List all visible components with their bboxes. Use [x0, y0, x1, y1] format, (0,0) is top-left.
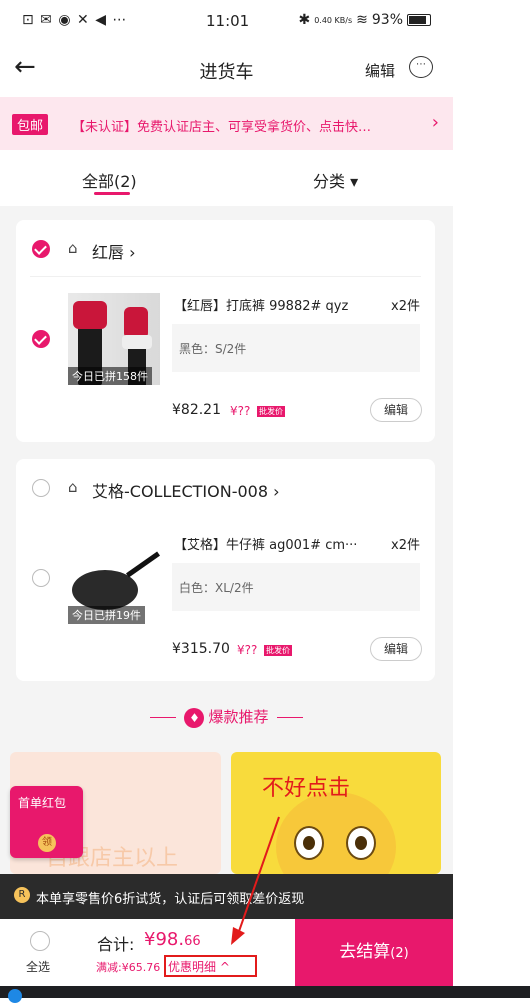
certification-banner[interactable]: 包邮 【未认证】免费认证店主、可享受拿货价、点击快… › [0, 97, 453, 150]
chevron-right-icon: › [431, 112, 439, 133]
desktop-taskbar [0, 986, 530, 1003]
discount-text: 满减:¥65.76 [96, 961, 161, 974]
shop-card: ⌂ 艾格-COLLECTION-008 › 今日已拼19件 【艾格】牛仔裤 ag… [16, 459, 435, 681]
divider [150, 716, 177, 719]
item-edit-button[interactable]: 编辑 [370, 398, 422, 422]
status-icons: ⊡ ✉ ◉ ✕ ◀ ⋯ [22, 12, 128, 28]
product-quantity: x2件 [391, 538, 420, 553]
nav-bar: ← 进货车 编辑 ⋯ [0, 42, 453, 97]
recommend-header: ♦ 爆款推荐 [0, 706, 453, 728]
product-image[interactable]: 今日已拼19件 [68, 532, 160, 624]
red-packet-button[interactable]: 首单红包 领 [10, 786, 83, 858]
recommend-title: 爆款推荐 [208, 708, 269, 726]
wifi-icon: ≋ [356, 12, 368, 28]
item-edit-button[interactable]: 编辑 [370, 637, 422, 661]
wholesale-badge: 批发价 [257, 406, 285, 417]
wholesale-price: ¥?? [237, 643, 258, 657]
tab-active-indicator [94, 192, 130, 195]
annotation-box [164, 955, 257, 977]
app-icon[interactable] [8, 989, 22, 1003]
wholesale-badge: 批发价 [264, 645, 292, 656]
status-right: ✱ 0.40 KB/s ≋ 93% [298, 12, 431, 28]
shop-checkbox[interactable] [32, 479, 50, 497]
chick-illustration [276, 792, 396, 874]
checkout-button[interactable]: 去结算(2) [295, 919, 453, 986]
product-price: ¥315.70 [172, 641, 230, 657]
annotation-text: 不好点击 [262, 776, 351, 801]
product-spec[interactable]: 白色：XL/2件 [172, 563, 420, 611]
shop-card: ⌂ 红唇 › 今日已拼158件 【红唇】打底裤 99882# qyz x2件 黑… [16, 220, 435, 442]
checkout-count: (2) [390, 946, 409, 961]
product-price: ¥82.21 [172, 402, 221, 418]
product-image[interactable]: 今日已拼158件 [68, 293, 160, 385]
sold-count-label: 今日已拼19件 [68, 606, 145, 624]
shop-name[interactable]: 艾格-COLLECTION-008 › [92, 478, 280, 502]
coin-icon: 领 [38, 834, 56, 852]
chat-icon[interactable]: ⋯ [409, 56, 433, 78]
bluetooth-icon: ✱ [298, 12, 311, 28]
product-checkbox[interactable] [32, 330, 50, 348]
total-amount: ¥98.66 [144, 929, 201, 950]
status-bar: ⊡ ✉ ◉ ✕ ◀ ⋯ 11:01 ✱ 0.40 KB/s ≋ 93% [0, 0, 453, 42]
total-main: ¥98. [144, 929, 185, 950]
total-label: 合计: [97, 935, 135, 954]
status-time: 11:01 [206, 12, 250, 30]
tab-category[interactable]: 分类 ▾ [313, 168, 358, 192]
store-icon: ⌂ [68, 478, 78, 496]
sold-count-label: 今日已拼158件 [68, 367, 152, 385]
product-quantity: x2件 [391, 299, 420, 314]
checkout-label: 去结算 [339, 942, 391, 962]
annotation-arrow [231, 816, 280, 945]
tab-bar: 全部(2) 分类 ▾ [0, 150, 453, 206]
banner-text: 【未认证】免费认证店主、可享受拿货价、点击快… [72, 120, 372, 135]
edit-button[interactable]: 编辑 [365, 60, 395, 81]
red-packet-title: 首单红包 [18, 796, 67, 810]
total-cents: 66 [184, 934, 201, 949]
store-icon: ⌂ [68, 239, 78, 257]
product-checkbox[interactable] [32, 569, 50, 587]
battery-icon [407, 14, 431, 26]
product-spec[interactable]: 黑色：S/2件 [172, 324, 420, 372]
fire-icon: ♦ [184, 707, 205, 728]
select-all-label[interactable]: 全选 [26, 958, 50, 975]
product-title[interactable]: 【艾格】牛仔裤 ag001# cm··· [174, 534, 357, 553]
eye-icon [346, 826, 376, 860]
divider [276, 716, 303, 719]
free-shipping-badge: 包邮 [12, 114, 49, 135]
product-title[interactable]: 【红唇】打底裤 99882# qyz [174, 295, 348, 314]
shop-name[interactable]: 红唇 › [92, 239, 136, 263]
divider [30, 276, 421, 277]
battery-percent: 93% [371, 12, 403, 28]
select-all-checkbox[interactable] [30, 931, 50, 951]
phone-screen: ⊡ ✉ ◉ ✕ ◀ ⋯ 11:01 ✱ 0.40 KB/s ≋ 93% ← 进货… [0, 0, 453, 998]
speed-text: 0.40 KB/s [314, 15, 353, 25]
shop-checkbox[interactable] [32, 240, 50, 258]
wholesale-price: ¥?? [230, 404, 251, 418]
rebate-icon: R [14, 887, 30, 903]
tab-all[interactable]: 全部(2) [82, 168, 137, 192]
eye-icon [294, 826, 324, 860]
